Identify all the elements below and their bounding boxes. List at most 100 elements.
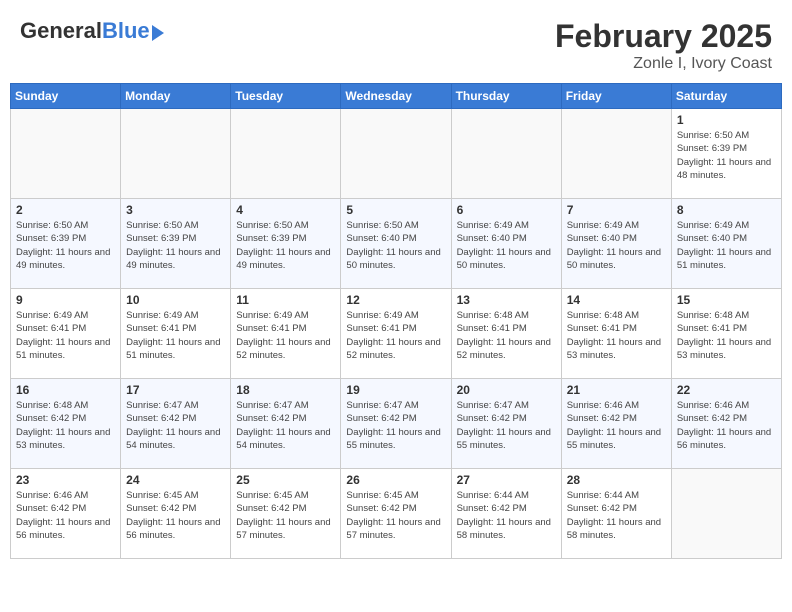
day-number: 7 (567, 203, 666, 217)
day-info: Sunrise: 6:46 AM Sunset: 6:42 PM Dayligh… (567, 399, 666, 452)
day-number: 18 (236, 383, 335, 397)
logo-arrow-icon (152, 25, 164, 41)
calendar-cell: 17Sunrise: 6:47 AM Sunset: 6:42 PM Dayli… (121, 379, 231, 469)
day-number: 25 (236, 473, 335, 487)
day-info: Sunrise: 6:50 AM Sunset: 6:39 PM Dayligh… (236, 219, 335, 272)
calendar-cell: 5 Sunrise: 6:50 AM Sunset: 6:40 PM Daylig… (341, 199, 451, 289)
calendar-cell: 16 Sunrise: 6:48 AM Sunset: 6:42 PM Dayli… (11, 379, 121, 469)
day-info: Sunrise: 6:48 AM Sunset: 6:41 PM Dayligh… (457, 309, 556, 362)
header: General Blue February 2025 Zonle I, Ivor… (10, 10, 782, 77)
day-info: Sunrise: 6:44 AM Sunset: 6:42 PM Dayligh… (457, 489, 556, 542)
day-info: Sunrise: 6:47 AM Sunset: 6:42 PM Dayligh… (236, 399, 335, 452)
calendar-cell: 13Sunrise: 6:48 AM Sunset: 6:41 PM Dayli… (451, 289, 561, 379)
day-number: 23 (16, 473, 115, 487)
day-info: Sunrise: 6:48 AM Sunset: 6:41 PM Dayligh… (567, 309, 666, 362)
header-day-sunday: Sunday (11, 84, 121, 109)
calendar-cell: 10Sunrise: 6:49 AM Sunset: 6:41 PM Dayli… (121, 289, 231, 379)
calendar-cell: 8 Sunrise: 6:49 AM Sunset: 6:40 PM Daylig… (671, 199, 781, 289)
logo-general-text: General (20, 18, 102, 44)
day-info: Sunrise: 6:45 AM Sunset: 6:42 PM Dayligh… (236, 489, 335, 542)
day-info: Sunrise: 6:50 AM Sunset: 6:39 PM Dayligh… (16, 219, 115, 272)
calendar-week-row: 23 Sunrise: 6:46 AM Sunset: 6:42 PM Dayli… (11, 469, 782, 559)
header-day-wednesday: Wednesday (341, 84, 451, 109)
day-number: 21 (567, 383, 666, 397)
day-info: Sunrise: 6:50 AM Sunset: 6:39 PM Dayligh… (677, 129, 776, 182)
day-info: Sunrise: 6:49 AM Sunset: 6:40 PM Dayligh… (677, 219, 776, 272)
day-info: Sunrise: 6:46 AM Sunset: 6:42 PM Dayligh… (677, 399, 776, 452)
day-number: 8 (677, 203, 776, 217)
day-number: 24 (126, 473, 225, 487)
location-subtitle: Zonle I, Ivory Coast (555, 55, 772, 73)
day-info: Sunrise: 6:48 AM Sunset: 6:42 PM Dayligh… (16, 399, 115, 452)
calendar-table: SundayMondayTuesdayWednesdayThursdayFrid… (10, 83, 782, 559)
day-info: Sunrise: 6:47 AM Sunset: 6:42 PM Dayligh… (457, 399, 556, 452)
calendar-cell (671, 469, 781, 559)
title-section: February 2025 Zonle I, Ivory Coast (555, 18, 772, 73)
day-number: 11 (236, 293, 335, 307)
calendar-cell: 3 Sunrise: 6:50 AM Sunset: 6:39 PM Daylig… (121, 199, 231, 289)
calendar-cell: 2 Sunrise: 6:50 AM Sunset: 6:39 PM Daylig… (11, 199, 121, 289)
day-number: 16 (16, 383, 115, 397)
day-info: Sunrise: 6:45 AM Sunset: 6:42 PM Dayligh… (346, 489, 445, 542)
calendar-week-row: 2 Sunrise: 6:50 AM Sunset: 6:39 PM Daylig… (11, 199, 782, 289)
calendar-week-row: 1 Sunrise: 6:50 AM Sunset: 6:39 PM Daylig… (11, 109, 782, 199)
calendar-cell: 15Sunrise: 6:48 AM Sunset: 6:41 PM Dayli… (671, 289, 781, 379)
day-number: 2 (16, 203, 115, 217)
day-number: 1 (677, 113, 776, 127)
day-info: Sunrise: 6:49 AM Sunset: 6:41 PM Dayligh… (236, 309, 335, 362)
day-info: Sunrise: 6:44 AM Sunset: 6:42 PM Dayligh… (567, 489, 666, 542)
calendar-header-row: SundayMondayTuesdayWednesdayThursdayFrid… (11, 84, 782, 109)
day-number: 19 (346, 383, 445, 397)
calendar-cell: 21 Sunrise: 6:46 AM Sunset: 6:42 PM Dayli… (561, 379, 671, 469)
day-number: 27 (457, 473, 556, 487)
calendar-cell (121, 109, 231, 199)
day-info: Sunrise: 6:46 AM Sunset: 6:42 PM Dayligh… (16, 489, 115, 542)
day-info: Sunrise: 6:49 AM Sunset: 6:41 PM Dayligh… (346, 309, 445, 362)
calendar-week-row: 9 Sunrise: 6:49 AM Sunset: 6:41 PM Daylig… (11, 289, 782, 379)
calendar-cell: 25 Sunrise: 6:45 AM Sunset: 6:42 PM Dayli… (231, 469, 341, 559)
header-day-thursday: Thursday (451, 84, 561, 109)
day-number: 14 (567, 293, 666, 307)
header-day-monday: Monday (121, 84, 231, 109)
calendar-cell: 27 Sunrise: 6:44 AM Sunset: 6:42 PM Dayli… (451, 469, 561, 559)
day-number: 3 (126, 203, 225, 217)
calendar-cell: 6 Sunrise: 6:49 AM Sunset: 6:40 PM Daylig… (451, 199, 561, 289)
calendar-cell: 23 Sunrise: 6:46 AM Sunset: 6:42 PM Dayli… (11, 469, 121, 559)
day-info: Sunrise: 6:48 AM Sunset: 6:41 PM Dayligh… (677, 309, 776, 362)
day-info: Sunrise: 6:50 AM Sunset: 6:39 PM Dayligh… (126, 219, 225, 272)
day-number: 6 (457, 203, 556, 217)
calendar-cell (231, 109, 341, 199)
day-number: 28 (567, 473, 666, 487)
header-day-tuesday: Tuesday (231, 84, 341, 109)
calendar-week-row: 16 Sunrise: 6:48 AM Sunset: 6:42 PM Dayli… (11, 379, 782, 469)
day-number: 20 (457, 383, 556, 397)
calendar-cell: 11 Sunrise: 6:49 AM Sunset: 6:41 PM Dayli… (231, 289, 341, 379)
calendar-cell (561, 109, 671, 199)
calendar-cell (341, 109, 451, 199)
calendar-cell (11, 109, 121, 199)
calendar-cell (451, 109, 561, 199)
day-info: Sunrise: 6:49 AM Sunset: 6:40 PM Dayligh… (457, 219, 556, 272)
calendar-cell: 18 Sunrise: 6:47 AM Sunset: 6:42 PM Dayli… (231, 379, 341, 469)
day-number: 9 (16, 293, 115, 307)
day-number: 5 (346, 203, 445, 217)
day-info: Sunrise: 6:49 AM Sunset: 6:41 PM Dayligh… (16, 309, 115, 362)
calendar-cell: 19Sunrise: 6:47 AM Sunset: 6:42 PM Dayli… (341, 379, 451, 469)
calendar-cell: 22 Sunrise: 6:46 AM Sunset: 6:42 PM Dayli… (671, 379, 781, 469)
calendar-cell: 9 Sunrise: 6:49 AM Sunset: 6:41 PM Daylig… (11, 289, 121, 379)
calendar-cell: 26 Sunrise: 6:45 AM Sunset: 6:42 PM Dayli… (341, 469, 451, 559)
calendar-cell: 1 Sunrise: 6:50 AM Sunset: 6:39 PM Daylig… (671, 109, 781, 199)
calendar-cell: 12Sunrise: 6:49 AM Sunset: 6:41 PM Dayli… (341, 289, 451, 379)
month-year-title: February 2025 (555, 18, 772, 55)
day-number: 26 (346, 473, 445, 487)
calendar-cell: 20 Sunrise: 6:47 AM Sunset: 6:42 PM Dayli… (451, 379, 561, 469)
header-day-friday: Friday (561, 84, 671, 109)
day-info: Sunrise: 6:50 AM Sunset: 6:40 PM Dayligh… (346, 219, 445, 272)
day-number: 22 (677, 383, 776, 397)
day-info: Sunrise: 6:45 AM Sunset: 6:42 PM Dayligh… (126, 489, 225, 542)
header-day-saturday: Saturday (671, 84, 781, 109)
calendar-cell: 24 Sunrise: 6:45 AM Sunset: 6:42 PM Dayli… (121, 469, 231, 559)
day-number: 10 (126, 293, 225, 307)
logo: General Blue (20, 18, 164, 44)
day-info: Sunrise: 6:47 AM Sunset: 6:42 PM Dayligh… (126, 399, 225, 452)
